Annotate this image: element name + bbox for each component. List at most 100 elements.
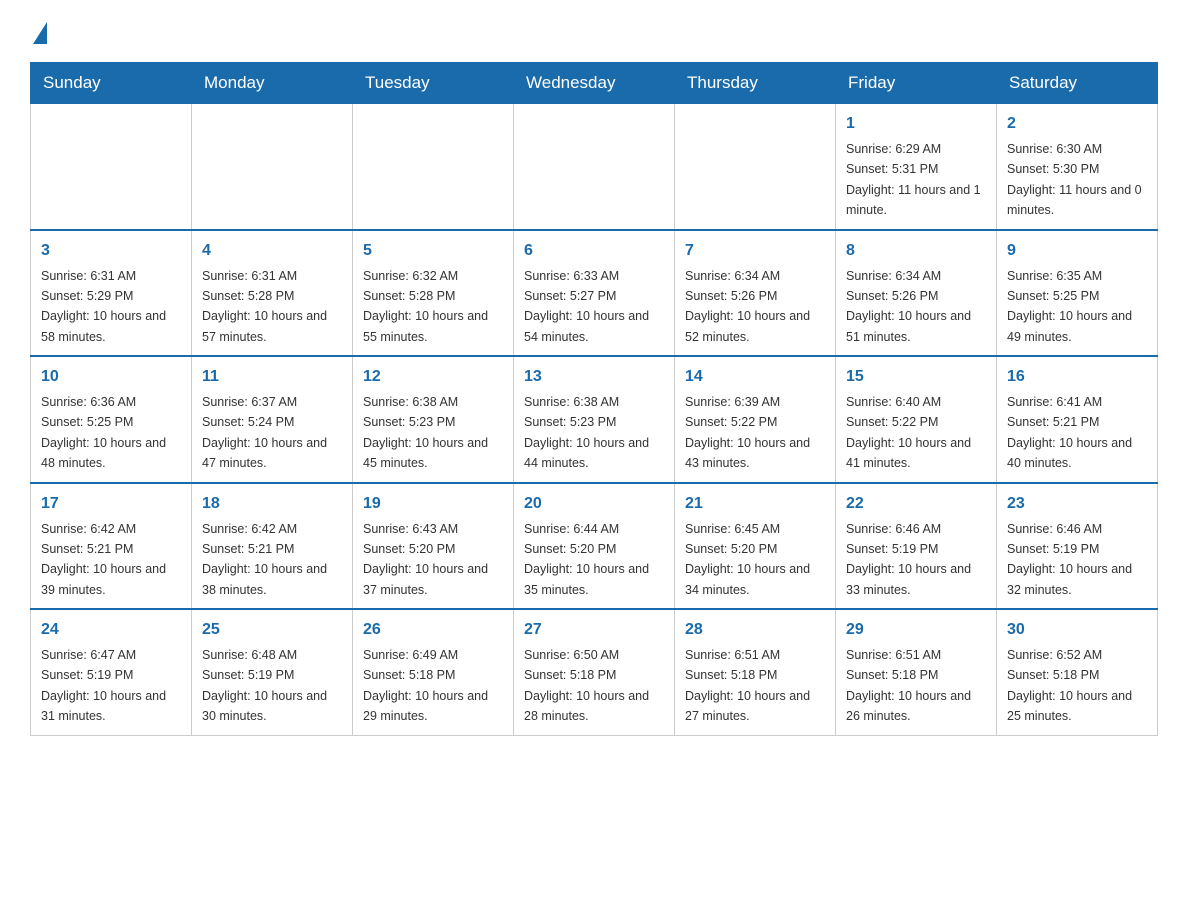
day-number: 8 — [846, 239, 986, 263]
day-info: Sunrise: 6:35 AM Sunset: 5:25 PM Dayligh… — [1007, 269, 1132, 344]
day-info: Sunrise: 6:46 AM Sunset: 5:19 PM Dayligh… — [1007, 522, 1132, 597]
calendar-cell: 15Sunrise: 6:40 AM Sunset: 5:22 PM Dayli… — [836, 356, 997, 483]
calendar-cell: 26 Sunrise: 6:49 AM Sunset: 5:18 PM Dayli… — [353, 609, 514, 735]
day-number: 9 — [1007, 239, 1147, 263]
day-info: Sunrise: 6:42 AM Sunset: 5:21 PM Dayligh… — [202, 522, 327, 597]
day-number: 3 — [41, 239, 181, 263]
day-number: 26 — [363, 618, 503, 642]
calendar-cell: 25 Sunrise: 6:48 AM Sunset: 5:19 PM Dayli… — [192, 609, 353, 735]
calendar-cell: 24 Sunrise: 6:47 AM Sunset: 5:19 PM Dayli… — [31, 609, 192, 735]
calendar-cell — [31, 104, 192, 230]
day-number: 14 — [685, 365, 825, 389]
calendar-cell — [192, 104, 353, 230]
day-info: Sunrise: 6:31 AM Sunset: 5:28 PM Dayligh… — [202, 269, 327, 344]
calendar-week-3: 10 Sunrise: 6:36 AM Sunset: 5:25 PM Dayli… — [31, 356, 1158, 483]
day-info: Sunrise: 6:39 AM Sunset: 5:22 PM Dayligh… — [685, 395, 810, 470]
day-number: 22 — [846, 492, 986, 516]
day-info: Sunrise: 6:30 AM Sunset: 5:30 PM Dayligh… — [1007, 142, 1142, 217]
calendar-body: 1 Sunrise: 6:29 AM Sunset: 5:31 PM Daylig… — [31, 104, 1158, 736]
day-info: Sunrise: 6:33 AM Sunset: 5:27 PM Dayligh… — [524, 269, 649, 344]
day-number: 23 — [1007, 492, 1147, 516]
day-info: Sunrise: 6:51 AM Sunset: 5:18 PM Dayligh… — [685, 648, 810, 723]
calendar-cell: 3 Sunrise: 6:31 AM Sunset: 5:29 PM Daylig… — [31, 230, 192, 357]
day-info: Sunrise: 6:45 AM Sunset: 5:20 PM Dayligh… — [685, 522, 810, 597]
day-number: 25 — [202, 618, 342, 642]
calendar-cell: 30 Sunrise: 6:52 AM Sunset: 5:18 PM Dayli… — [997, 609, 1158, 735]
page-header — [30, 20, 1158, 44]
calendar-week-2: 3 Sunrise: 6:31 AM Sunset: 5:29 PM Daylig… — [31, 230, 1158, 357]
calendar-week-5: 24 Sunrise: 6:47 AM Sunset: 5:19 PM Dayli… — [31, 609, 1158, 735]
calendar-cell: 23 Sunrise: 6:46 AM Sunset: 5:19 PM Dayli… — [997, 483, 1158, 610]
calendar-cell: 8 Sunrise: 6:34 AM Sunset: 5:26 PM Daylig… — [836, 230, 997, 357]
weekday-header-wednesday: Wednesday — [514, 63, 675, 104]
calendar-cell: 9 Sunrise: 6:35 AM Sunset: 5:25 PM Daylig… — [997, 230, 1158, 357]
day-number: 10 — [41, 365, 181, 389]
calendar-table: SundayMondayTuesdayWednesdayThursdayFrid… — [30, 62, 1158, 736]
logo-triangle-icon — [33, 22, 47, 44]
day-info: Sunrise: 6:48 AM Sunset: 5:19 PM Dayligh… — [202, 648, 327, 723]
day-info: Sunrise: 6:38 AM Sunset: 5:23 PM Dayligh… — [363, 395, 488, 470]
calendar-cell: 2 Sunrise: 6:30 AM Sunset: 5:30 PM Daylig… — [997, 104, 1158, 230]
weekday-header-monday: Monday — [192, 63, 353, 104]
day-info: Sunrise: 6:36 AM Sunset: 5:25 PM Dayligh… — [41, 395, 166, 470]
day-info: Sunrise: 6:52 AM Sunset: 5:18 PM Dayligh… — [1007, 648, 1132, 723]
calendar-cell: 21 Sunrise: 6:45 AM Sunset: 5:20 PM Dayli… — [675, 483, 836, 610]
calendar-cell — [514, 104, 675, 230]
logo — [30, 20, 47, 44]
day-number: 30 — [1007, 618, 1147, 642]
calendar-cell: 22Sunrise: 6:46 AM Sunset: 5:19 PM Dayli… — [836, 483, 997, 610]
day-number: 1 — [846, 112, 986, 136]
calendar-cell: 14 Sunrise: 6:39 AM Sunset: 5:22 PM Dayli… — [675, 356, 836, 483]
calendar-cell: 10 Sunrise: 6:36 AM Sunset: 5:25 PM Dayli… — [31, 356, 192, 483]
weekday-header-saturday: Saturday — [997, 63, 1158, 104]
calendar-cell: 17 Sunrise: 6:42 AM Sunset: 5:21 PM Dayli… — [31, 483, 192, 610]
calendar-cell: 11 Sunrise: 6:37 AM Sunset: 5:24 PM Dayli… — [192, 356, 353, 483]
day-info: Sunrise: 6:32 AM Sunset: 5:28 PM Dayligh… — [363, 269, 488, 344]
calendar-cell: 27 Sunrise: 6:50 AM Sunset: 5:18 PM Dayli… — [514, 609, 675, 735]
day-info: Sunrise: 6:34 AM Sunset: 5:26 PM Dayligh… — [846, 269, 971, 344]
day-number: 15 — [846, 365, 986, 389]
day-number: 18 — [202, 492, 342, 516]
calendar-cell — [675, 104, 836, 230]
day-number: 27 — [524, 618, 664, 642]
day-number: 2 — [1007, 112, 1147, 136]
calendar-cell: 4Sunrise: 6:31 AM Sunset: 5:28 PM Daylig… — [192, 230, 353, 357]
day-info: Sunrise: 6:37 AM Sunset: 5:24 PM Dayligh… — [202, 395, 327, 470]
day-info: Sunrise: 6:29 AM Sunset: 5:31 PM Dayligh… — [846, 142, 981, 217]
weekday-header-thursday: Thursday — [675, 63, 836, 104]
day-info: Sunrise: 6:49 AM Sunset: 5:18 PM Dayligh… — [363, 648, 488, 723]
day-number: 21 — [685, 492, 825, 516]
day-number: 11 — [202, 365, 342, 389]
day-number: 24 — [41, 618, 181, 642]
calendar-week-4: 17 Sunrise: 6:42 AM Sunset: 5:21 PM Dayli… — [31, 483, 1158, 610]
day-number: 5 — [363, 239, 503, 263]
calendar-cell — [353, 104, 514, 230]
weekday-header-friday: Friday — [836, 63, 997, 104]
day-info: Sunrise: 6:42 AM Sunset: 5:21 PM Dayligh… — [41, 522, 166, 597]
day-info: Sunrise: 6:51 AM Sunset: 5:18 PM Dayligh… — [846, 648, 971, 723]
day-number: 28 — [685, 618, 825, 642]
calendar-cell: 12 Sunrise: 6:38 AM Sunset: 5:23 PM Dayli… — [353, 356, 514, 483]
day-info: Sunrise: 6:50 AM Sunset: 5:18 PM Dayligh… — [524, 648, 649, 723]
day-number: 17 — [41, 492, 181, 516]
calendar-cell: 7Sunrise: 6:34 AM Sunset: 5:26 PM Daylig… — [675, 230, 836, 357]
calendar-cell: 16Sunrise: 6:41 AM Sunset: 5:21 PM Dayli… — [997, 356, 1158, 483]
day-number: 29 — [846, 618, 986, 642]
day-info: Sunrise: 6:47 AM Sunset: 5:19 PM Dayligh… — [41, 648, 166, 723]
calendar-cell: 5 Sunrise: 6:32 AM Sunset: 5:28 PM Daylig… — [353, 230, 514, 357]
day-number: 12 — [363, 365, 503, 389]
weekday-header-row: SundayMondayTuesdayWednesdayThursdayFrid… — [31, 63, 1158, 104]
day-number: 13 — [524, 365, 664, 389]
calendar-header: SundayMondayTuesdayWednesdayThursdayFrid… — [31, 63, 1158, 104]
calendar-cell: 28 Sunrise: 6:51 AM Sunset: 5:18 PM Dayli… — [675, 609, 836, 735]
day-info: Sunrise: 6:31 AM Sunset: 5:29 PM Dayligh… — [41, 269, 166, 344]
day-number: 19 — [363, 492, 503, 516]
calendar-cell: 19Sunrise: 6:43 AM Sunset: 5:20 PM Dayli… — [353, 483, 514, 610]
day-number: 20 — [524, 492, 664, 516]
weekday-header-sunday: Sunday — [31, 63, 192, 104]
calendar-cell: 20Sunrise: 6:44 AM Sunset: 5:20 PM Dayli… — [514, 483, 675, 610]
calendar-cell: 18 Sunrise: 6:42 AM Sunset: 5:21 PM Dayli… — [192, 483, 353, 610]
day-info: Sunrise: 6:34 AM Sunset: 5:26 PM Dayligh… — [685, 269, 810, 344]
day-number: 6 — [524, 239, 664, 263]
calendar-cell: 13Sunrise: 6:38 AM Sunset: 5:23 PM Dayli… — [514, 356, 675, 483]
